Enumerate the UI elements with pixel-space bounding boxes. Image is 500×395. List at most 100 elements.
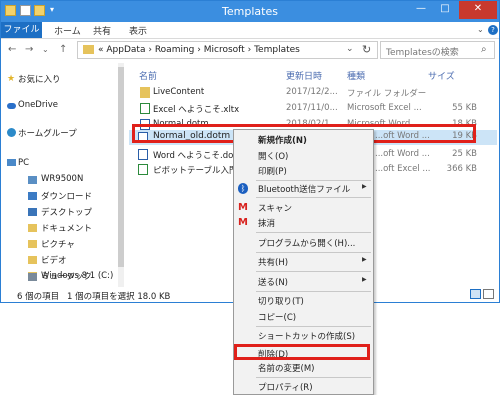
- tab-file[interactable]: ファイル: [1, 22, 42, 38]
- star-icon: ★: [7, 74, 16, 84]
- up-button[interactable]: ↑: [59, 44, 67, 55]
- file-row-excel-welcome[interactable]: Excel へようこそ.xltx 2017/11/0... Microsoft …: [129, 101, 497, 117]
- menu-item-copy[interactable]: コピー(C): [234, 309, 373, 325]
- nav-item-favorites[interactable]: お気に入り: [18, 73, 61, 85]
- menu-item-label: 切り取り(T): [258, 297, 304, 307]
- nav-item-videos[interactable]: ビデオ: [41, 254, 67, 266]
- chevron-down-icon[interactable]: ⌄: [346, 44, 354, 54]
- help-icon[interactable]: ?: [488, 25, 498, 35]
- breadcrumb-item-roaming[interactable]: Roaming: [155, 45, 195, 55]
- menu-item-label: 印刷(P): [258, 167, 287, 177]
- column-header-name[interactable]: 名前: [139, 69, 157, 82]
- details-view-icon[interactable]: [470, 289, 481, 299]
- search-icon[interactable]: ⌕: [481, 44, 487, 55]
- search-placeholder: Templatesの検索: [386, 48, 459, 58]
- menu-item-label: プログラムから開く(H)...: [258, 239, 356, 249]
- minimize-button[interactable]: —: [409, 1, 433, 19]
- file-name: ピボットテーブル入門.xltx: [153, 166, 235, 176]
- title-bar[interactable]: ▾ Templates — □ ✕: [1, 1, 499, 22]
- nav-item-onedrive[interactable]: OneDrive: [18, 100, 58, 110]
- file-size: 55 KB: [452, 103, 477, 113]
- menu-item-properties[interactable]: プロパティ(R): [234, 379, 373, 395]
- menu-item-label: 抹消: [258, 219, 276, 229]
- search-input[interactable]: Templatesの検索 ⌕: [380, 41, 495, 59]
- menu-item-open-with[interactable]: プログラムから開く(H)...: [234, 235, 373, 251]
- recent-locations-icon[interactable]: ⌄: [42, 45, 49, 54]
- menu-separator: [256, 197, 371, 198]
- nav-item-wr9500n[interactable]: WR9500N: [41, 174, 83, 184]
- tab-home[interactable]: ホーム: [54, 24, 81, 37]
- menu-item-label: Bluetooth送信ファイル: [258, 185, 351, 195]
- breadcrumb-item-microsoft[interactable]: Microsoft: [204, 45, 245, 55]
- menu-item-new[interactable]: 新規作成(N): [234, 132, 373, 148]
- file-type: ...oft Word ...: [375, 149, 430, 159]
- ribbon-tabs: ファイル ホーム 共有 表示 ⌄ ?: [1, 22, 499, 39]
- videos-icon: [28, 256, 37, 264]
- nav-item-downloads[interactable]: ダウンロード: [41, 190, 92, 202]
- address-bar[interactable]: « AppData › Roaming › Microsoft › Templa…: [77, 41, 378, 59]
- submenu-arrow-icon: ▶: [362, 183, 367, 190]
- nav-item-pictures[interactable]: ピクチャ: [41, 238, 75, 250]
- maximize-button[interactable]: □: [433, 1, 457, 19]
- forward-button[interactable]: →: [25, 44, 33, 55]
- status-item-count: 6 個の項目: [17, 292, 60, 302]
- menu-item-print[interactable]: 印刷(P): [234, 163, 373, 179]
- file-date: 2017/11/0...: [286, 103, 338, 113]
- menu-item-send-to[interactable]: 送る(N) ▶: [234, 274, 373, 290]
- column-header-size[interactable]: サイズ: [428, 69, 455, 82]
- tab-share[interactable]: 共有: [93, 24, 111, 37]
- nav-item-windows-drive[interactable]: Windows 8.1 (C:): [41, 271, 113, 281]
- tab-view[interactable]: 表示: [129, 24, 147, 37]
- large-icons-view-icon[interactable]: [483, 289, 494, 299]
- folder-icon: [140, 87, 150, 98]
- pictures-icon: [28, 240, 37, 248]
- pc-icon: [7, 159, 16, 166]
- column-header-date[interactable]: 更新日時: [286, 69, 322, 82]
- menu-item-label: コピー(C): [258, 313, 297, 323]
- breadcrumb-overflow[interactable]: «: [98, 45, 104, 55]
- menu-item-scan[interactable]: M スキャン: [234, 200, 373, 216]
- mcafee-icon: M: [238, 217, 248, 228]
- menu-item-bluetooth-send[interactable]: ᛒ Bluetooth送信ファイル ▶: [234, 181, 373, 197]
- homegroup-icon: [7, 128, 16, 137]
- file-row-livecontent[interactable]: LiveContent 2017/12/2... ファイル フォルダー: [129, 85, 497, 101]
- file-type: Microsoft Excel ...: [347, 103, 422, 113]
- menu-item-open[interactable]: 開く(O): [234, 148, 373, 164]
- status-selection: 1 個の項目を選択 18.0 KB: [67, 292, 171, 302]
- menu-item-label: 共有(H): [258, 258, 289, 268]
- refresh-icon[interactable]: ↻: [362, 43, 371, 56]
- nav-item-homegroup[interactable]: ホームグループ: [18, 127, 77, 139]
- breadcrumb-item-appdata[interactable]: AppData: [106, 45, 145, 55]
- onedrive-icon: [7, 103, 16, 109]
- navigation-pane: ★ お気に入り OneDrive ホームグループ PC WR9500N ダウンロ…: [1, 63, 125, 287]
- menu-item-label: 送る(N): [258, 278, 288, 288]
- file-name: Excel へようこそ.xltx: [153, 105, 240, 115]
- nav-scrollbar-thumb[interactable]: [118, 67, 124, 267]
- breadcrumb-item-templates[interactable]: Templates: [254, 45, 300, 55]
- highlight-frame-delete: [234, 344, 370, 360]
- nav-item-pc[interactable]: PC: [18, 158, 29, 168]
- menu-item-label: 新規作成(N): [258, 136, 307, 146]
- menu-item-cut[interactable]: 切り取り(T): [234, 293, 373, 309]
- breadcrumb: « AppData › Roaming › Microsoft › Templa…: [98, 45, 300, 55]
- menu-item-share[interactable]: 共有(H) ▶: [234, 254, 373, 270]
- ribbon-expand-icon[interactable]: ⌄: [477, 25, 484, 34]
- nav-scrollbar[interactable]: [118, 63, 124, 287]
- nav-item-desktop[interactable]: デスクトップ: [41, 206, 92, 218]
- mcafee-icon: M: [238, 202, 248, 213]
- breadcrumb-separator[interactable]: ›: [197, 45, 201, 55]
- column-header-type[interactable]: 種類: [347, 69, 365, 82]
- close-button[interactable]: ✕: [459, 1, 497, 19]
- nav-item-documents[interactable]: ドキュメント: [41, 222, 92, 234]
- menu-separator: [256, 377, 371, 378]
- menu-item-shred[interactable]: M 抹消: [234, 215, 373, 231]
- breadcrumb-separator[interactable]: ›: [148, 45, 152, 55]
- breadcrumb-separator[interactable]: ›: [248, 45, 252, 55]
- network-drive-icon: [28, 176, 37, 184]
- desktop-icon: [28, 208, 37, 216]
- menu-item-rename[interactable]: 名前の変更(M): [234, 360, 373, 376]
- menu-item-label: スキャン: [258, 204, 293, 214]
- file-date: 2017/12/2...: [286, 87, 338, 97]
- back-button[interactable]: ←: [8, 44, 16, 55]
- menu-item-create-shortcut[interactable]: ショートカットの作成(S): [234, 328, 373, 344]
